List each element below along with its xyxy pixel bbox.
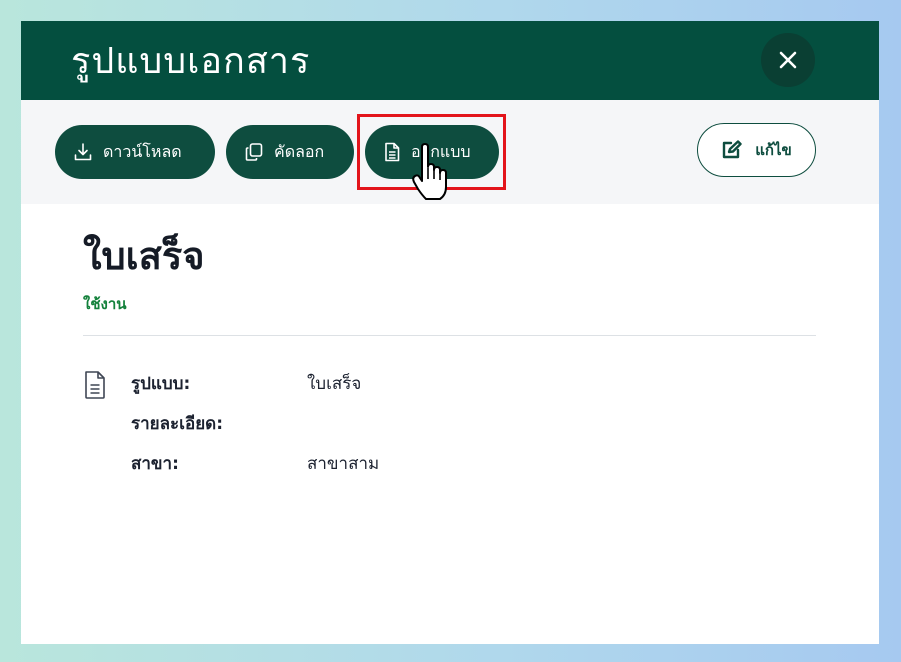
close-button[interactable]: [761, 33, 815, 87]
close-icon: [779, 51, 797, 69]
document-template-dialog: รูปแบบเอกสาร ดาวน์โหลด คัดลอก ออกแบบ แก้…: [21, 21, 879, 644]
copy-label: คัดลอก: [274, 141, 325, 161]
copy-button[interactable]: คัดลอก: [226, 125, 354, 179]
toolbar: ดาวน์โหลด คัดลอก ออกแบบ แก้ไข: [21, 100, 879, 204]
dialog-header: รูปแบบเอกสาร: [21, 21, 879, 100]
download-button[interactable]: ดาวน์โหลด: [55, 125, 215, 179]
document-name: ใบเสร็จ: [83, 234, 205, 278]
divider: [83, 335, 816, 336]
status-badge: ใช้งาน: [83, 295, 127, 313]
document-icon: [85, 371, 105, 399]
edit-button[interactable]: แก้ไข: [697, 123, 816, 177]
dialog-title: รูปแบบเอกสาร: [71, 41, 311, 82]
download-label: ดาวน์โหลด: [103, 141, 182, 161]
document-icon: [385, 142, 400, 162]
info-label: สาขา:: [131, 454, 179, 474]
hand-cursor-icon: [412, 143, 447, 200]
edit-icon: [723, 140, 742, 159]
info-label: รูปแบบ:: [131, 374, 191, 394]
info-label: รายละเอียด:: [131, 414, 224, 434]
edit-label: แก้ไข: [755, 141, 792, 159]
info-value: สาขาสาม: [307, 454, 380, 474]
copy-icon: [245, 143, 263, 161]
info-value: ใบเสร็จ: [307, 374, 362, 394]
download-icon: [74, 143, 92, 161]
